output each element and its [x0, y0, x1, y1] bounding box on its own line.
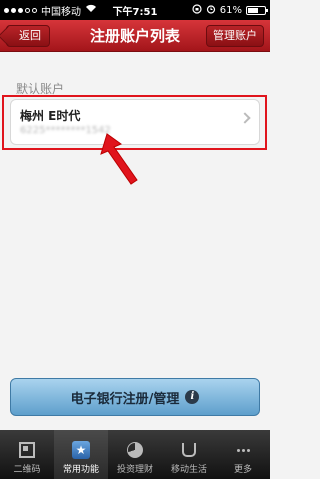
carrier-label: 中国移动 [41, 6, 81, 18]
lock-rotation-icon [192, 3, 202, 17]
tab-more[interactable]: 更多 [216, 430, 270, 479]
status-bar: 中国移动 下午7:51 61% [0, 0, 270, 20]
back-button[interactable]: 返回 [6, 25, 50, 47]
manage-accounts-button[interactable]: 管理账户 [206, 25, 264, 47]
signal-icon [4, 7, 37, 13]
nav-bar: 注册账户列表 返回 管理账户 [0, 20, 270, 52]
tab-label: 二维码 [13, 465, 41, 475]
tab-label: 更多 [233, 465, 252, 475]
battery-percent: 61% [219, 4, 242, 16]
ebank-button-label: 电子银行注册/管理 [70, 391, 180, 407]
tab-common-functions[interactable]: ★ 常用功能 [54, 430, 108, 479]
tab-mobile-life[interactable]: 移动生活 [162, 430, 216, 479]
alarm-icon [206, 4, 216, 17]
info-icon: i [185, 390, 200, 404]
tab-investment[interactable]: 投资理财 [108, 430, 162, 479]
status-time: 下午7:51 [112, 6, 158, 18]
red-arrow-icon [100, 133, 138, 185]
wifi-icon [85, 4, 97, 16]
more-icon [233, 441, 253, 459]
tab-label: 移动生活 [170, 465, 207, 475]
cup-icon [179, 441, 199, 459]
pie-chart-icon [125, 441, 145, 459]
tab-qr-code[interactable]: 二维码 [0, 430, 54, 479]
back-button-label: 返回 [19, 29, 41, 42]
tab-label: 常用功能 [62, 465, 99, 475]
star-icon: ★ [71, 441, 91, 459]
ebank-register-manage-button[interactable]: 电子银行注册/管理 i [10, 378, 260, 416]
tab-bar: 二维码 ★ 常用功能 投资理财 移动生活 更多 [0, 430, 270, 479]
tab-label: 投资理财 [116, 465, 153, 475]
qr-code-icon [17, 441, 37, 459]
battery-icon [245, 5, 268, 15]
